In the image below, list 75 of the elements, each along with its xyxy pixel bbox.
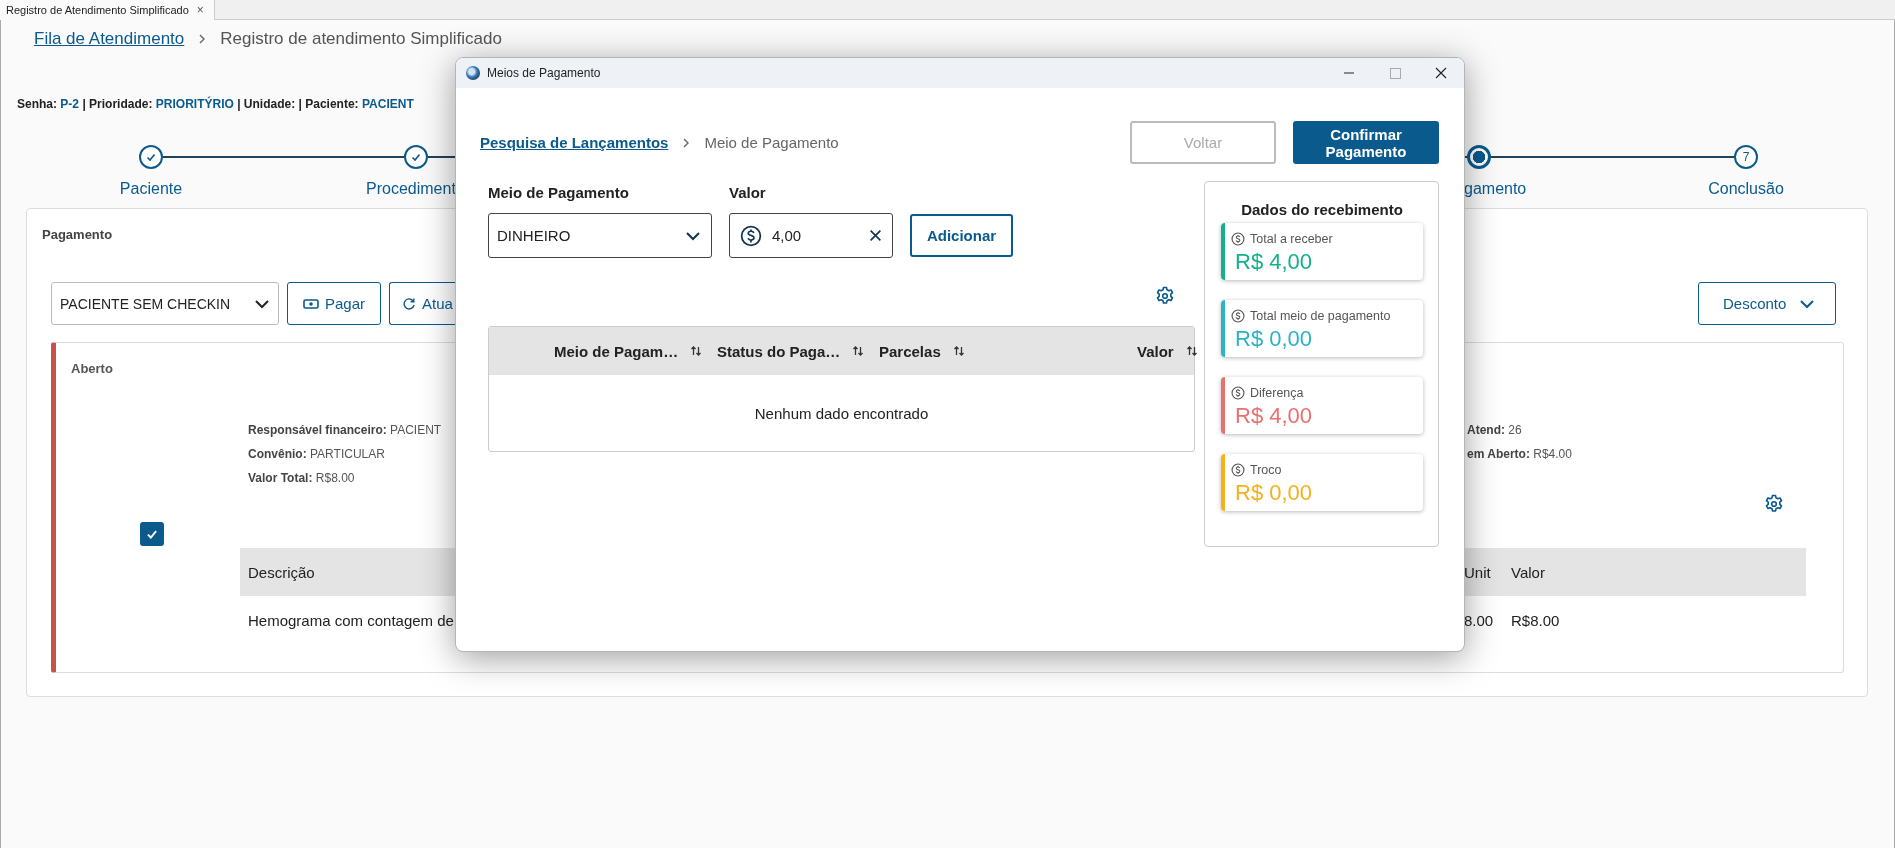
step-label: Procediment [366, 180, 457, 199]
add-button[interactable]: Adicionar [910, 214, 1013, 257]
column-header: Status do Paga… [717, 342, 841, 360]
panel-title: Dados do recebimento [1240, 201, 1404, 219]
column-header: Meio de Pagam… [554, 342, 679, 360]
sort-icon[interactable] [952, 345, 965, 357]
section-title: Pagamento [42, 226, 113, 244]
summary-label: Diferença [1250, 386, 1304, 400]
table-cell-text: 8.00 [1464, 611, 1495, 629]
summary-amount: R$ 4,00 [1234, 403, 1313, 429]
chevron-down-icon [685, 230, 701, 241]
tab-title: Registro de Atendimento Simplificado [6, 4, 189, 16]
refresh-icon [402, 296, 416, 311]
coin-icon [1231, 232, 1245, 246]
pay-button[interactable]: Pagar [287, 282, 381, 325]
coin-icon [740, 224, 762, 247]
clear-icon[interactable] [869, 229, 882, 242]
sort-icon[interactable] [690, 345, 703, 357]
sort-icon[interactable] [1185, 345, 1198, 357]
document-tab[interactable]: Registro de Atendimento Simplificado × [0, 0, 215, 20]
column-header: Unit [1464, 563, 1492, 581]
breadcrumb-current: Meio de Pagamento [704, 134, 839, 151]
patient-select[interactable]: PACIENTE SEM CHECKIN [51, 282, 279, 325]
status-label: Aberto [71, 360, 113, 378]
discount-dropdown[interactable]: Desconto [1698, 282, 1836, 325]
patient-info-line: Senha: P-2 | Prioridade: PRIORITÝRIO | Unidade: | Paciente: PACIENT [16, 96, 415, 112]
column-header: Valor [1511, 563, 1546, 581]
field-label: Meio de Pagamento [488, 184, 630, 202]
breadcrumb-link[interactable]: Pesquisa de Lançamentos [480, 134, 669, 151]
sort-icon[interactable] [852, 345, 865, 357]
chevron-icon [682, 136, 691, 149]
detail-text: Convênio: PARTICULAR [248, 446, 385, 462]
column-header: Valor [1137, 342, 1174, 360]
table-cell-text: Hemograma com contagem de [247, 611, 455, 629]
chevron-down-icon [254, 298, 270, 309]
settings-icon[interactable] [1155, 286, 1175, 306]
chevron-icon [198, 33, 207, 45]
summary-label: Troco [1250, 463, 1282, 477]
summary-amount: R$ 0,00 [1234, 326, 1314, 352]
coin-icon [1231, 309, 1245, 323]
summary-amount: R$ 0,00 [1234, 480, 1313, 506]
detail-text: em Aberto: R$4.00 [1467, 446, 1572, 462]
step-label: Paciente [118, 180, 184, 199]
settings-icon[interactable] [1764, 494, 1784, 514]
detail-text: Responsável financeiro: PACIENT [248, 422, 442, 438]
empty-message: Nenhum dado encontrado [754, 404, 929, 422]
column-header: Parcelas [879, 342, 941, 360]
step-number: 7 [1734, 145, 1758, 169]
confirm-button[interactable]: Confirmar Pagamento [1293, 121, 1439, 164]
app-logo-icon [466, 66, 480, 80]
summary-amount: R$ 4,00 [1234, 249, 1314, 275]
step-label: gamento [1464, 180, 1526, 199]
check-icon [410, 151, 422, 163]
banknote-icon [303, 298, 319, 309]
window-title: Meios de Pagamento [487, 66, 601, 80]
amount-input[interactable]: 4,00 [772, 227, 850, 244]
close-tab-button[interactable]: × [196, 3, 204, 17]
breadcrumb-link[interactable]: Fila de Atendimento [34, 29, 185, 49]
detail-text: Valor Total: R$8.00 [248, 470, 355, 486]
breadcrumb-current: Registro de atendimento Simplificado [220, 29, 502, 49]
step-label: Conclusão [1707, 180, 1785, 199]
table-cell-text: R$8.00 [1511, 611, 1561, 629]
field-label: Valor [729, 184, 767, 202]
checkbox[interactable] [140, 522, 164, 546]
close-icon[interactable] [1435, 67, 1447, 79]
payment-method-select[interactable]: DINHEIRO [488, 213, 712, 258]
chevron-down-icon [1799, 298, 1815, 309]
detail-text: Atend: 26 [1467, 422, 1522, 438]
column-header: Descrição [247, 563, 316, 581]
check-icon [145, 151, 157, 163]
refresh-button[interactable]: Atua [389, 282, 456, 325]
summary-label: Total meio de pagamento [1250, 309, 1391, 323]
coin-icon [1231, 463, 1245, 477]
summary-label: Total a receber [1250, 232, 1333, 246]
coin-icon [1231, 386, 1245, 400]
